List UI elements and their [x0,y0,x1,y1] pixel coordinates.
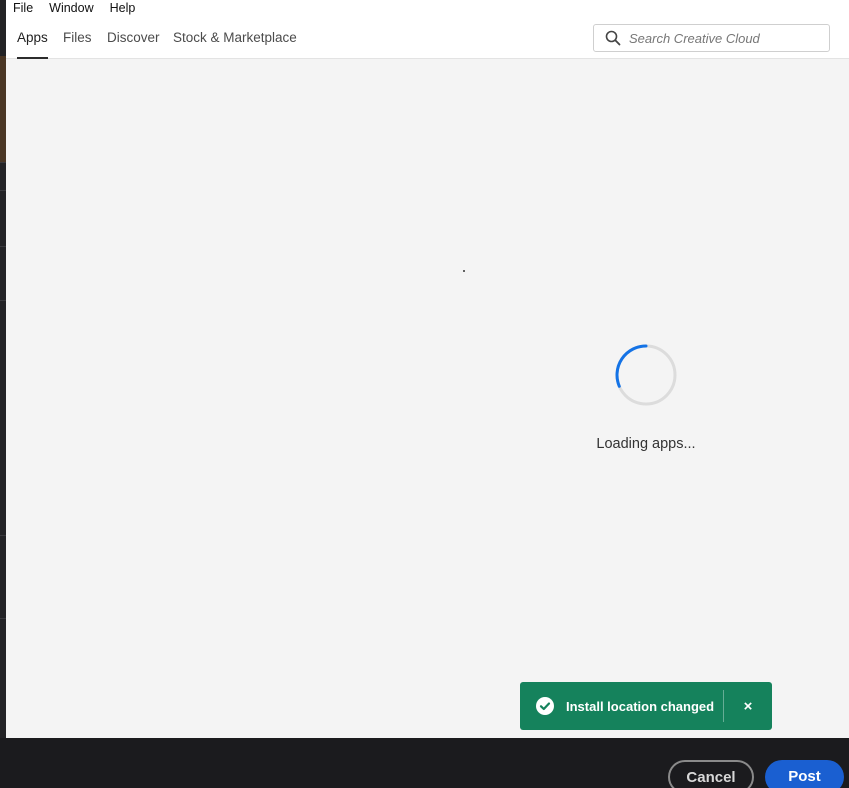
menu-help[interactable]: Help [110,0,136,17]
menu-file[interactable]: File [13,0,33,17]
stray-dot [463,270,465,272]
toast-divider [723,690,724,722]
search-box[interactable] [593,24,830,52]
post-button[interactable]: Post [765,760,844,788]
loading-text: Loading apps... [596,436,696,452]
search-icon [605,30,621,46]
top-nav: Apps Files Discover Stock & Marketplace [6,17,849,59]
tab-apps[interactable]: Apps [17,17,48,59]
toast-message: Install location changed [566,698,715,714]
menu-bar: File Window Help [6,0,849,17]
loading-spinner-icon [615,344,677,406]
tab-stock-marketplace[interactable]: Stock & Marketplace [173,17,297,59]
creative-cloud-window: File Window Help Apps Files Discover Sto… [6,0,849,738]
toast-notification: Install location changed × [520,682,772,730]
close-icon[interactable]: × [732,682,764,730]
tab-files[interactable]: Files [63,17,92,59]
tab-discover[interactable]: Discover [107,17,160,59]
checkmark-circle-icon [536,697,554,715]
search-input[interactable] [629,30,824,46]
cancel-button[interactable]: Cancel [668,760,754,788]
menu-window[interactable]: Window [49,0,93,17]
